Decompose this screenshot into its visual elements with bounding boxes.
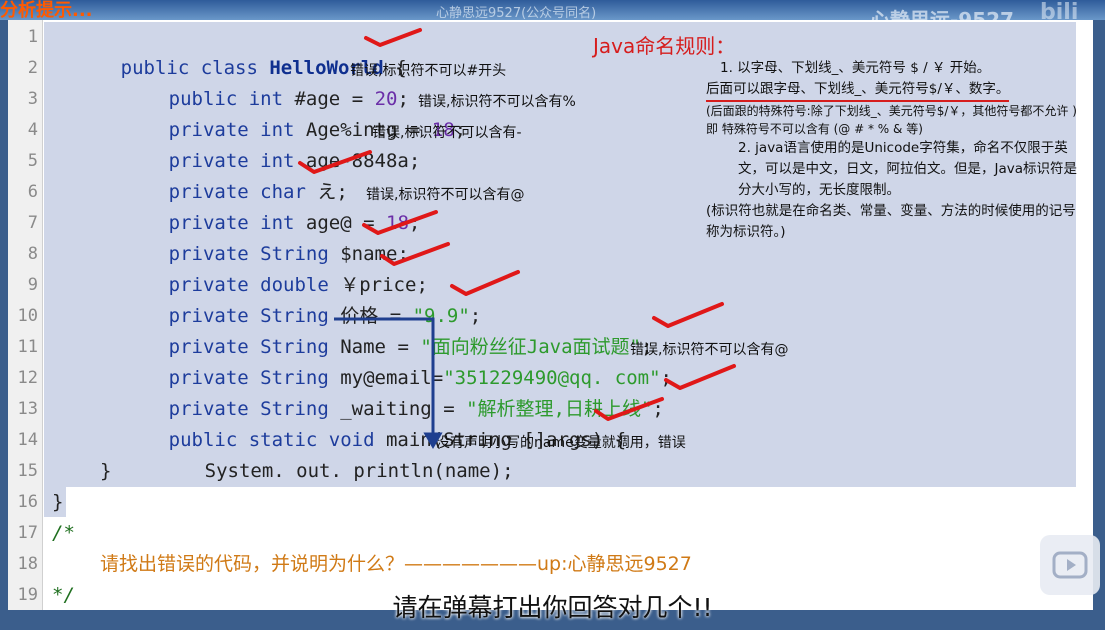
check-mark-icon bbox=[450, 270, 520, 296]
video-subtitle: 请在弹幕打出你回答对几个!! bbox=[392, 593, 713, 622]
play-button[interactable] bbox=[1040, 535, 1100, 595]
check-mark-icon bbox=[380, 242, 450, 266]
code-editor[interactable]: 1 2 3 4 5 6 7 8 9 10 11 12 13 14 15 16 1… bbox=[8, 20, 1093, 610]
top-bar: 分析提示... 心静思远9527(公众号同名) 心静思远-9527 bili bbox=[0, 0, 1105, 32]
partial-title: 分析提示... bbox=[0, 0, 93, 21]
check-mark-icon bbox=[664, 364, 736, 390]
arrow-connector bbox=[334, 317, 435, 440]
check-marks bbox=[298, 28, 736, 449]
play-icon bbox=[1052, 551, 1088, 579]
arrow-icon bbox=[423, 432, 443, 449]
check-mark-icon bbox=[594, 397, 664, 421]
watermark-center: 心静思远9527(公众号同名) bbox=[436, 6, 597, 21]
check-mark-icon bbox=[362, 210, 438, 235]
check-mark-icon bbox=[652, 302, 724, 328]
check-mark-icon bbox=[364, 28, 422, 47]
check-mark-icon bbox=[298, 150, 372, 174]
